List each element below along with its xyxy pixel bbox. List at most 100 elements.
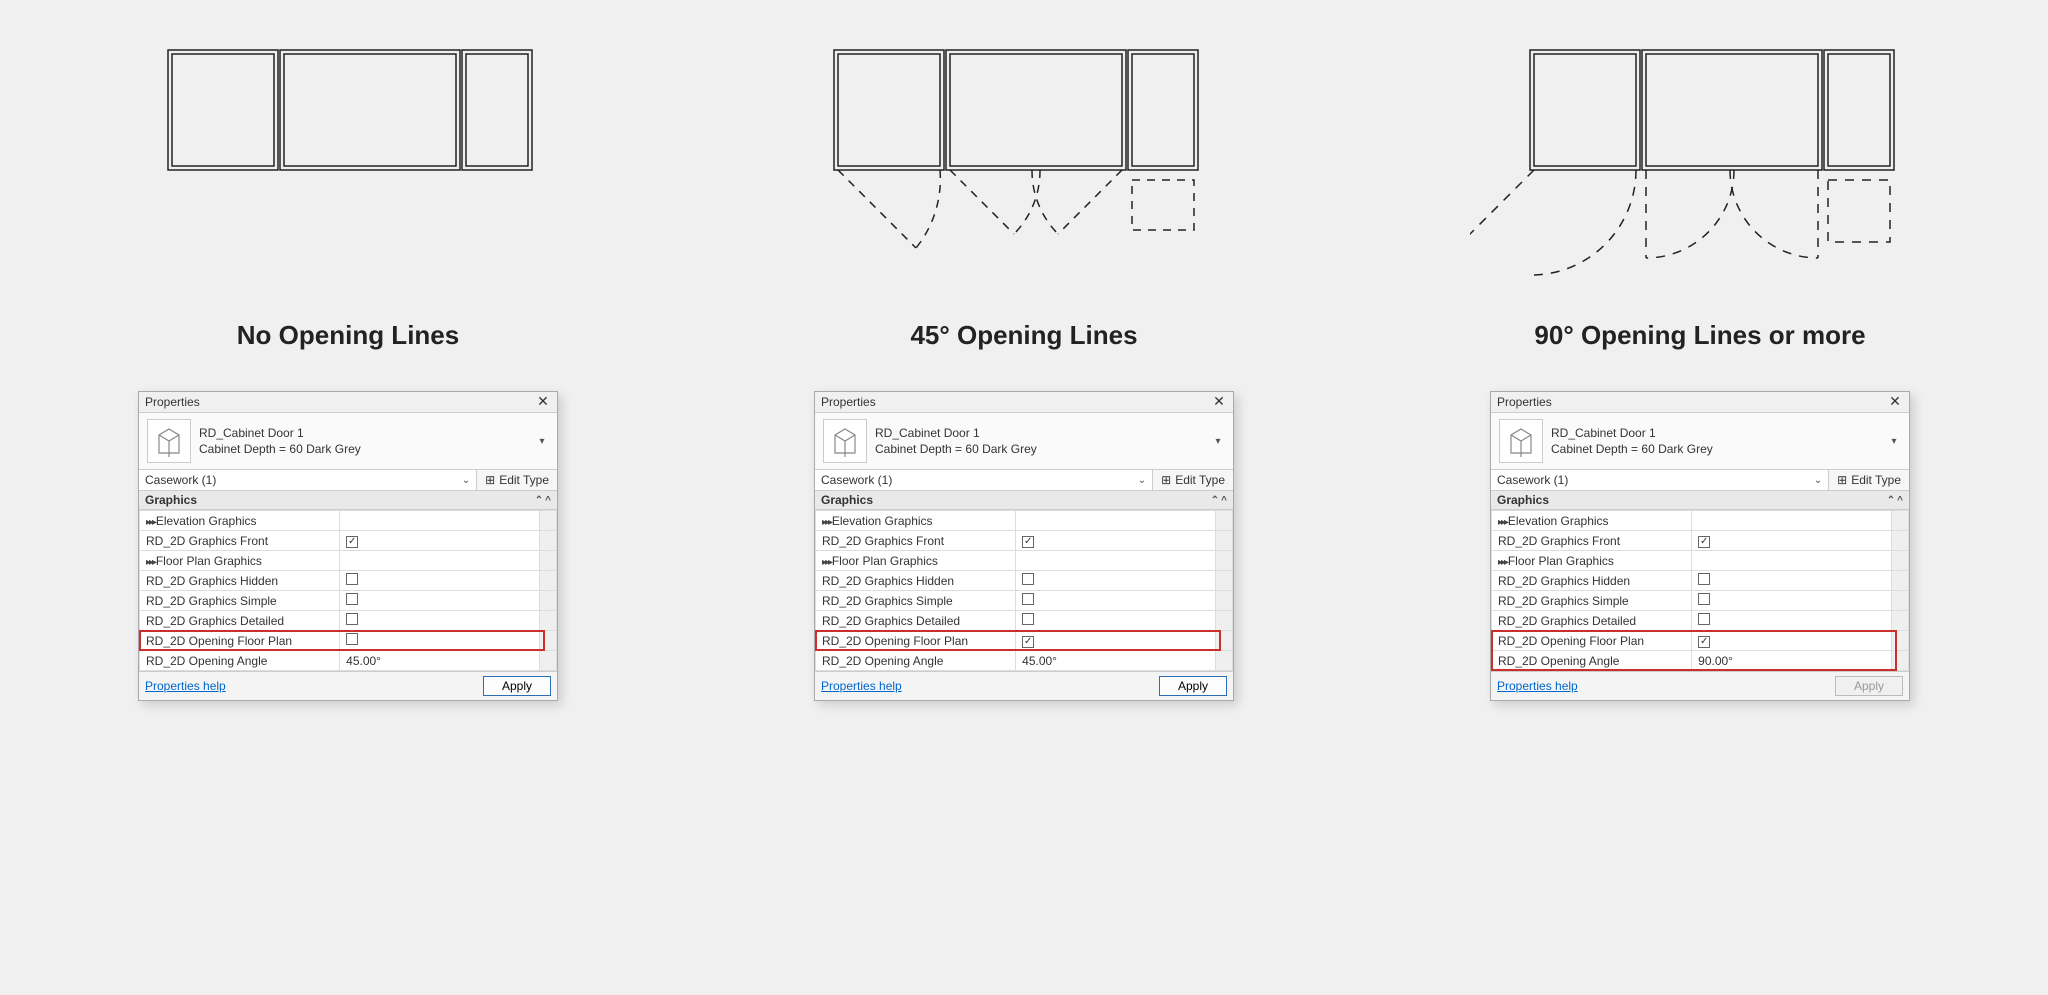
checkbox-detailed[interactable] [1698, 613, 1710, 625]
cabinet-drawing-none [40, 20, 656, 290]
checkbox-hidden[interactable] [346, 573, 358, 585]
properties-help-link[interactable]: Properties help [821, 679, 902, 693]
group-label: Graphics [145, 493, 197, 507]
param-row-elevation[interactable]: Elevation Graphics [1492, 511, 1909, 531]
type-dropdown-icon[interactable]: ▾ [1887, 434, 1901, 448]
param-row-simple[interactable]: RD_2D Graphics Simple [816, 591, 1233, 611]
checkbox-opening-fp[interactable] [346, 633, 358, 645]
param-row-opening-fp[interactable]: RD_2D Opening Floor Plan [140, 631, 557, 651]
type-text: RD_Cabinet Door 1 Cabinet Depth = 60 Dar… [199, 425, 527, 457]
category-row: Casework (1) ⌄ ⊞ Edit Type [139, 469, 557, 491]
param-row-opening-fp[interactable]: RD_2D Opening Floor Plan [816, 631, 1233, 651]
param-row-front[interactable]: RD_2D Graphics Front [1492, 531, 1909, 551]
caption-none: No Opening Lines [237, 320, 459, 351]
param-name: RD_2D Graphics Front [140, 531, 340, 551]
param-row-opening-fp[interactable]: RD_2D Opening Floor Plan [1492, 631, 1909, 651]
param-row-hidden[interactable]: RD_2D Graphics Hidden [816, 571, 1233, 591]
checkbox-opening-fp[interactable] [1022, 636, 1034, 648]
column-90-opening: 90° Opening Lines or more Properties ✕ R… [1392, 20, 2008, 701]
properties-help-link[interactable]: Properties help [145, 679, 226, 693]
param-name: Elevation Graphics [1498, 514, 1609, 528]
angle-value[interactable]: 45.00° [1016, 651, 1216, 671]
close-icon[interactable]: ✕ [1211, 394, 1227, 410]
param-row-front[interactable]: RD_2D Graphics Front [140, 531, 557, 551]
angle-value[interactable]: 90.00° [1692, 651, 1892, 671]
group-header-graphics[interactable]: Graphics ⌃^ [139, 491, 557, 510]
edit-type-button[interactable]: ⊞ Edit Type [477, 470, 557, 490]
param-row-front[interactable]: RD_2D Graphics Front [816, 531, 1233, 551]
param-name: RD_2D Opening Angle [140, 651, 340, 671]
close-icon[interactable]: ✕ [1887, 394, 1903, 410]
panel-title-text: Properties [1497, 395, 1552, 409]
param-row-detailed[interactable]: RD_2D Graphics Detailed [816, 611, 1233, 631]
checkbox-detailed[interactable] [346, 613, 358, 625]
param-row-detailed[interactable]: RD_2D Graphics Detailed [1492, 611, 1909, 631]
type-text: RD_Cabinet Door 1 Cabinet Depth = 60 Dar… [1551, 425, 1879, 457]
edit-type-icon: ⊞ [1161, 473, 1171, 487]
category-row: Casework (1) ⌄ ⊞ Edit Type [1491, 469, 1909, 491]
family-thumbnail-icon [823, 419, 867, 463]
checkbox-detailed[interactable] [1022, 613, 1034, 625]
collapse-icons: ⌃^ [535, 495, 551, 506]
param-row-floor[interactable]: Floor Plan Graphics [1492, 551, 1909, 571]
param-name: RD_2D Opening Angle [1492, 651, 1692, 671]
param-row-opening-angle[interactable]: RD_2D Opening Angle45.00° [140, 651, 557, 671]
edit-type-icon: ⊞ [1837, 473, 1847, 487]
family-thumbnail-icon [147, 419, 191, 463]
type-selector-row: RD_Cabinet Door 1 Cabinet Depth = 60 Dar… [1491, 413, 1909, 469]
parameters-table: Elevation Graphics RD_2D Graphics Front … [1491, 510, 1909, 671]
checkbox-simple[interactable] [346, 593, 358, 605]
properties-help-link[interactable]: Properties help [1497, 679, 1578, 693]
param-name: RD_2D Opening Floor Plan [140, 631, 340, 651]
param-row-simple[interactable]: RD_2D Graphics Simple [140, 591, 557, 611]
parameters-table: Elevation Graphics RD_2D Graphics Front … [815, 510, 1233, 671]
category-selector[interactable]: Casework (1) ⌄ [139, 470, 477, 490]
checkbox-front[interactable] [1698, 536, 1710, 548]
cabinet-plan-svg-90 [1470, 20, 1930, 280]
param-row-elevation[interactable]: Elevation Graphics [816, 511, 1233, 531]
checkbox-simple[interactable] [1022, 593, 1034, 605]
checkbox-opening-fp[interactable] [1698, 636, 1710, 648]
cabinet-plan-svg [158, 20, 538, 220]
family-thumbnail-icon [1499, 419, 1543, 463]
checkbox-hidden[interactable] [1698, 573, 1710, 585]
edit-type-button[interactable]: ⊞ Edit Type [1153, 470, 1233, 490]
param-row-opening-angle[interactable]: RD_2D Opening Angle45.00° [816, 651, 1233, 671]
category-selector[interactable]: Casework (1) ⌄ [1491, 470, 1829, 490]
edit-type-label: Edit Type [499, 473, 549, 487]
type-dropdown-icon[interactable]: ▾ [535, 434, 549, 448]
param-row-detailed[interactable]: RD_2D Graphics Detailed [140, 611, 557, 631]
category-selector[interactable]: Casework (1) ⌄ [815, 470, 1153, 490]
apply-button[interactable]: Apply [1159, 676, 1227, 696]
apply-button[interactable]: Apply [483, 676, 551, 696]
param-row-opening-angle[interactable]: RD_2D Opening Angle90.00° [1492, 651, 1909, 671]
angle-value[interactable]: 45.00° [340, 651, 540, 671]
param-row-elevation[interactable]: Elevation Graphics [140, 511, 557, 531]
param-name: RD_2D Graphics Detailed [816, 611, 1016, 631]
type-dropdown-icon[interactable]: ▾ [1211, 434, 1225, 448]
panel-title-text: Properties [821, 395, 876, 409]
checkbox-simple[interactable] [1698, 593, 1710, 605]
checkbox-hidden[interactable] [1022, 573, 1034, 585]
close-icon[interactable]: ✕ [535, 394, 551, 410]
param-row-hidden[interactable]: RD_2D Graphics Hidden [1492, 571, 1909, 591]
param-name: RD_2D Opening Floor Plan [1492, 631, 1692, 651]
three-column-layout: No Opening Lines Properties ✕ RD_Cabinet… [40, 20, 2008, 701]
chevron-down-icon: ⌄ [1814, 475, 1822, 486]
checkbox-front[interactable] [1022, 536, 1034, 548]
param-row-hidden[interactable]: RD_2D Graphics Hidden [140, 571, 557, 591]
panel-titlebar: Properties ✕ [1491, 392, 1909, 413]
type-selector-row: RD_Cabinet Door 1 Cabinet Depth = 60 Dar… [815, 413, 1233, 469]
group-header-graphics[interactable]: Graphics ⌃^ [1491, 491, 1909, 510]
panel-footer: Properties help Apply [139, 671, 557, 700]
checkbox-front[interactable] [346, 536, 358, 548]
edit-type-label: Edit Type [1851, 473, 1901, 487]
edit-type-button[interactable]: ⊞ Edit Type [1829, 470, 1909, 490]
edit-type-label: Edit Type [1175, 473, 1225, 487]
param-name: Floor Plan Graphics [1498, 554, 1614, 568]
param-row-floor[interactable]: Floor Plan Graphics [140, 551, 557, 571]
chevron-down-icon: ⌄ [462, 475, 470, 486]
param-row-floor[interactable]: Floor Plan Graphics [816, 551, 1233, 571]
param-row-simple[interactable]: RD_2D Graphics Simple [1492, 591, 1909, 611]
group-header-graphics[interactable]: Graphics ⌃^ [815, 491, 1233, 510]
